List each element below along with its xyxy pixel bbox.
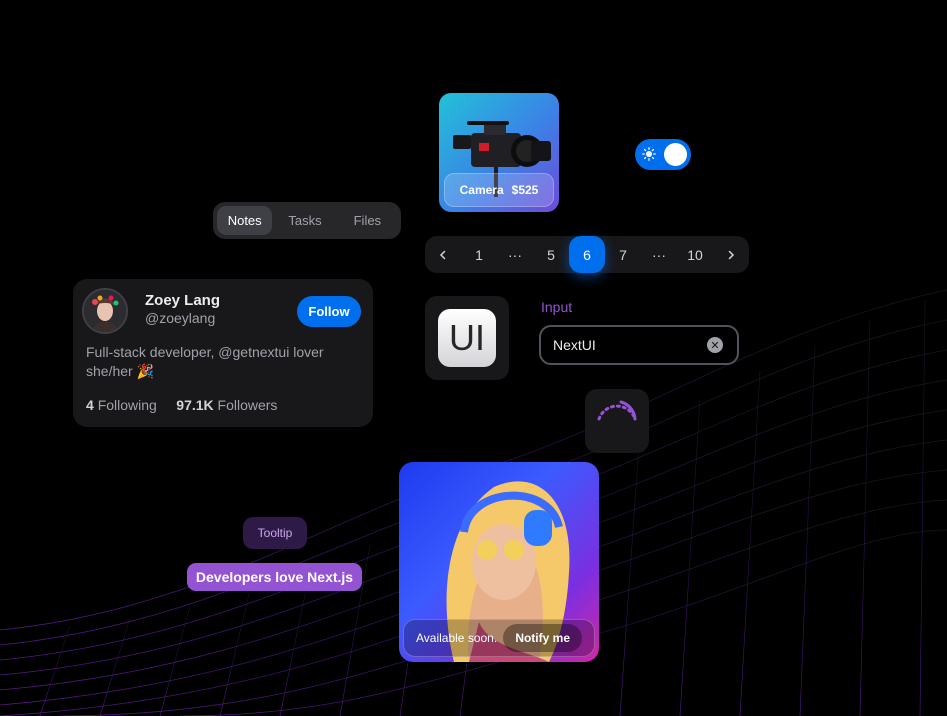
page-7-button[interactable]: 7	[605, 236, 641, 273]
following-label: Following	[97, 397, 157, 413]
promo-card[interactable]: Available soon. Notify me	[399, 462, 599, 662]
chevron-left-icon	[439, 250, 446, 259]
page-6-button[interactable]: 6	[569, 236, 605, 273]
text-input[interactable]	[553, 327, 703, 363]
page-5-button[interactable]: 5	[533, 236, 569, 273]
followers-count: 97.1K	[176, 397, 214, 413]
tooltip: Tooltip	[243, 517, 307, 549]
page-10-button[interactable]: 10	[677, 236, 713, 273]
pagination-next-button[interactable]	[713, 236, 749, 273]
following-count: 4	[86, 397, 94, 413]
promo-card-footer: Available soon. Notify me	[403, 619, 595, 657]
text-input-wrapper: ✕	[539, 325, 739, 365]
profile-name: Zoey Lang	[145, 292, 221, 309]
theme-toggle-switch[interactable]	[635, 139, 691, 170]
spinner-card	[585, 389, 649, 453]
pagination-ellipsis[interactable]: ···	[641, 236, 677, 273]
camera-product-card[interactable]: Camera $525	[439, 93, 559, 212]
avatar[interactable]	[82, 288, 128, 334]
availability-text: Available soon.	[416, 631, 498, 645]
loading-spinner-icon	[597, 400, 637, 421]
follow-button[interactable]: Follow	[297, 296, 361, 327]
profile-bio: Full-stack developer, @getnextui lover s…	[86, 344, 324, 379]
nextui-logo: UI	[438, 309, 496, 367]
input-label: Input	[541, 299, 573, 315]
ui-logo-card: UI	[425, 296, 509, 380]
tab-tasks[interactable]: Tasks	[274, 206, 335, 235]
page-1-button[interactable]: 1	[461, 236, 497, 273]
camera-card-footer: Camera $525	[444, 173, 554, 207]
camera-price: $525	[511, 183, 539, 197]
tab-notes[interactable]: Notes	[217, 206, 273, 235]
pagination: 1 ··· 5 6 7 ··· 10	[425, 236, 749, 273]
tab-files[interactable]: Files	[338, 206, 397, 235]
pagination-ellipsis[interactable]: ···	[497, 236, 533, 273]
chip[interactable]: Developers love Next.js	[187, 563, 362, 591]
notify-me-button[interactable]: Notify me	[503, 624, 582, 652]
chevron-right-icon	[728, 250, 735, 259]
avatar-image	[84, 290, 126, 332]
camera-title: Camera	[459, 183, 504, 197]
switch-knob	[664, 143, 687, 166]
profile-stats: 4 Following 97.1K Followers	[86, 397, 277, 413]
followers-label: Followers	[217, 397, 278, 413]
tabs: Notes Tasks Files	[213, 202, 401, 239]
pagination-prev-button[interactable]	[425, 236, 461, 273]
profile-card: Zoey Lang @zoeylang Follow Full-stack de…	[73, 279, 373, 427]
profile-handle: @zoeylang	[145, 310, 216, 326]
clear-icon[interactable]: ✕	[707, 337, 723, 353]
sun-icon	[642, 147, 656, 161]
